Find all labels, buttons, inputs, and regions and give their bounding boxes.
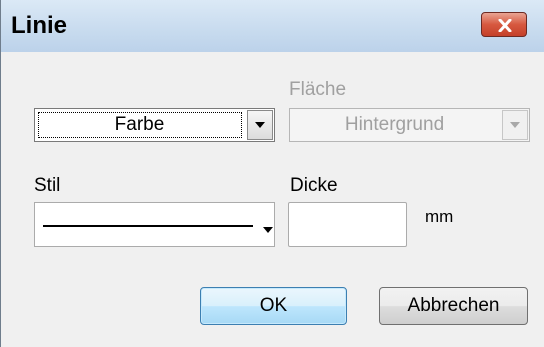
- cancel-button[interactable]: Abbrechen: [379, 287, 528, 325]
- thickness-unit: mm: [425, 207, 454, 226]
- chevron-down-icon: [255, 122, 265, 128]
- line-style-preview: [43, 225, 253, 227]
- title-bar[interactable]: Linie: [1, 0, 544, 52]
- fill-dropdown-button: [502, 110, 528, 140]
- dialog-title: Linie: [11, 12, 68, 39]
- style-label: Stil: [34, 175, 61, 196]
- fill-dropdown-value: Hintergrund: [344, 114, 445, 135]
- close-icon: [498, 19, 512, 32]
- ok-button[interactable]: OK: [200, 287, 347, 325]
- line-dialog: Linie Fläche Farbe Hintergrund Stil Dick…: [0, 0, 544, 347]
- chevron-down-icon: [510, 122, 520, 128]
- color-dropdown-value: Farbe: [114, 114, 165, 135]
- thickness-input[interactable]: [288, 202, 407, 247]
- style-dropdown[interactable]: [34, 202, 275, 247]
- fill-dropdown: Hintergrund: [289, 108, 530, 142]
- fill-label: Fläche: [289, 79, 347, 100]
- thickness-label: Dicke: [290, 175, 338, 196]
- color-dropdown[interactable]: Farbe: [34, 108, 275, 142]
- color-dropdown-button[interactable]: [247, 110, 273, 140]
- close-button[interactable]: [481, 12, 527, 37]
- chevron-down-icon[interactable]: [263, 227, 273, 233]
